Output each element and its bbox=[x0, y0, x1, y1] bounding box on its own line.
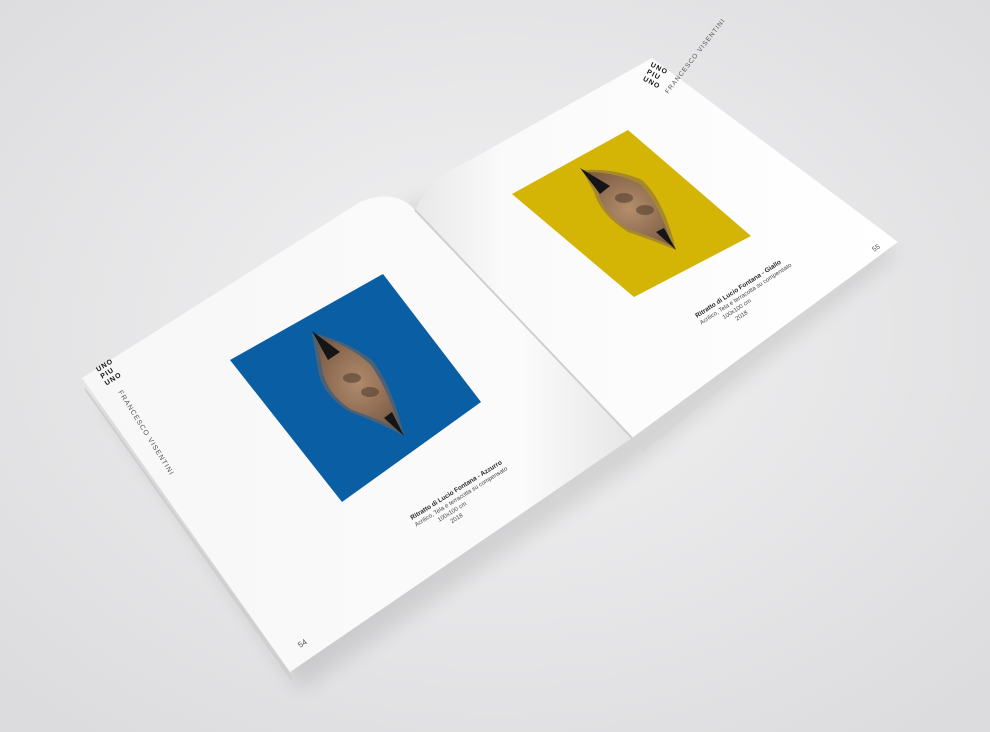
face-eye-left-right bbox=[615, 193, 633, 203]
catalog-spread-scene: UNO PIU UNO FRANCESCO VISENTINI Ritratto… bbox=[0, 0, 990, 732]
face-eye-left bbox=[343, 373, 361, 383]
face-eye-right bbox=[361, 387, 379, 397]
face-eye-right-right bbox=[636, 205, 654, 215]
